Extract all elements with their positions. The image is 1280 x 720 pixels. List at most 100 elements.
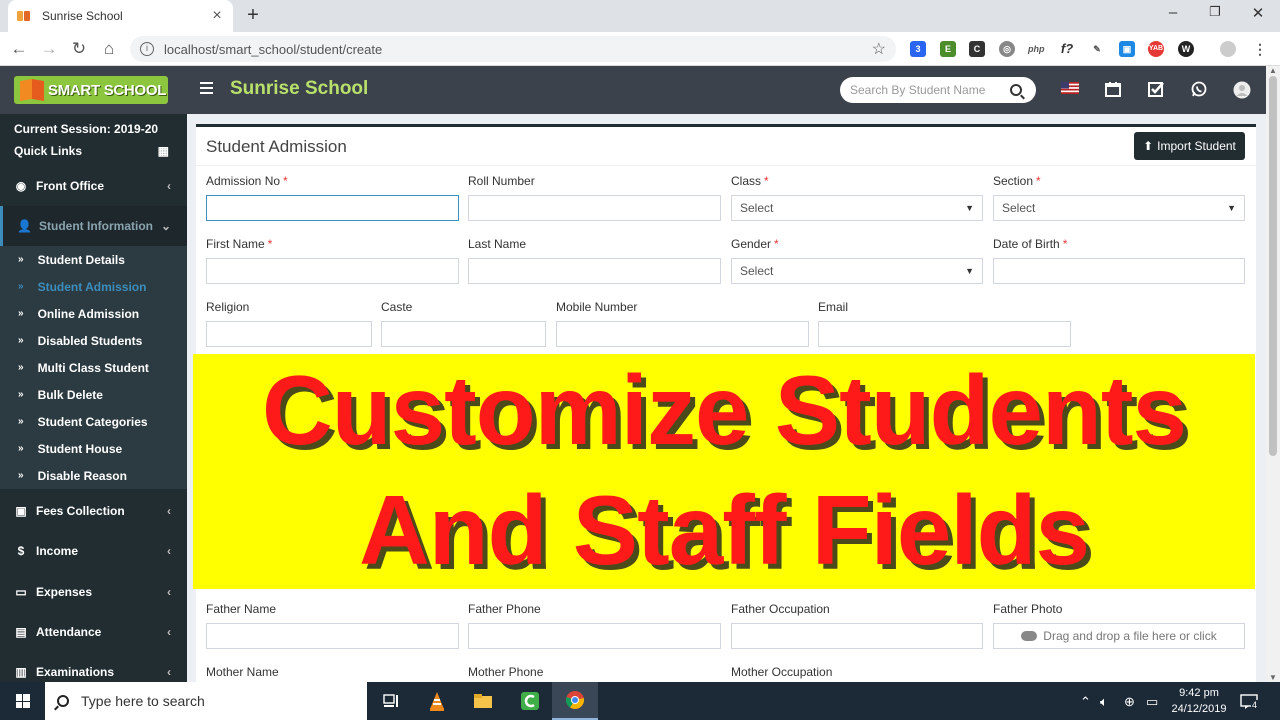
- network-icon[interactable]: ⊕: [1124, 694, 1135, 710]
- sidebar-subitem-disable-reason[interactable]: » Disable Reason: [0, 462, 187, 489]
- sidebar-subitem-bulk-delete[interactable]: » Bulk Delete: [0, 381, 187, 408]
- scroll-down-icon[interactable]: ▼: [1269, 673, 1277, 682]
- language-flag-icon[interactable]: [1061, 81, 1079, 99]
- whatsapp-icon[interactable]: [1190, 81, 1208, 99]
- volume-icon[interactable]: 🔈︎: [1100, 694, 1108, 710]
- back-icon[interactable]: ←: [8, 38, 30, 60]
- taskbar-search[interactable]: Type here to search: [45, 682, 367, 720]
- tab-title: Sunrise School: [42, 9, 123, 23]
- maximize-button[interactable]: ❐: [1205, 4, 1225, 20]
- smart-school-logo[interactable]: SMART SCHOOL: [14, 76, 168, 104]
- caste-input[interactable]: [381, 321, 546, 347]
- browser-tab[interactable]: Sunrise School ×: [8, 0, 233, 32]
- file-explorer-icon[interactable]: [460, 682, 506, 720]
- sidebar-subitem-student-details[interactable]: » Student Details: [0, 246, 187, 273]
- last-name-input[interactable]: [468, 258, 721, 284]
- gender-select[interactable]: Select ▼: [731, 258, 983, 284]
- upload-icon: ⬆: [1143, 139, 1154, 153]
- section-select[interactable]: Select ▼: [993, 195, 1245, 221]
- mobile-input[interactable]: [556, 321, 809, 347]
- profile-icon[interactable]: [1220, 41, 1236, 57]
- sidebar-item-income[interactable]: $ Income ‹: [0, 531, 187, 571]
- wappalyzer-extension-icon[interactable]: W: [1178, 41, 1194, 57]
- dob-input[interactable]: [993, 258, 1245, 284]
- double-chevron-icon: »: [18, 443, 24, 454]
- clock-time: 9:42 pm: [1179, 687, 1219, 699]
- home-icon[interactable]: ⌂: [98, 38, 120, 60]
- cube-extension-icon[interactable]: ▣: [1119, 41, 1135, 57]
- sidebar-item-label: Income: [36, 544, 79, 558]
- minimize-button[interactable]: –: [1163, 4, 1183, 21]
- sidebar-item-fees-collection[interactable]: ▣ Fees Collection ‹: [0, 491, 187, 531]
- sidebar-subitem-student-categories[interactable]: » Student Categories: [0, 408, 187, 435]
- sidebar-subitem-online-admission[interactable]: » Online Admission: [0, 300, 187, 327]
- eyedropper-extension-icon[interactable]: ✎: [1089, 41, 1105, 57]
- sidebar-subitem-multi-class-student[interactable]: » Multi Class Student: [0, 354, 187, 381]
- evernote-extension-icon[interactable]: E: [940, 41, 956, 57]
- site-info-icon[interactable]: i: [140, 42, 154, 56]
- scroll-up-icon[interactable]: ▲: [1269, 66, 1277, 75]
- sidebar-subitem-student-house[interactable]: » Student House: [0, 435, 187, 462]
- task-view-button[interactable]: [368, 682, 414, 720]
- sidebar-toggle-icon[interactable]: [200, 82, 213, 94]
- function-extension-icon[interactable]: f?: [1059, 41, 1075, 57]
- chevron-left-icon: ‹: [167, 544, 171, 558]
- calendar-icon[interactable]: [1104, 81, 1122, 99]
- roll-number-input[interactable]: [468, 195, 721, 221]
- sidebar-subitem-disabled-students[interactable]: » Disabled Students: [0, 327, 187, 354]
- sidebar-item-front-office[interactable]: ◉ Front Office ‹: [0, 166, 187, 206]
- user-avatar-icon[interactable]: [1233, 81, 1251, 99]
- notification-icon[interactable]: 4: [1240, 694, 1259, 713]
- css3-extension-icon[interactable]: 3: [910, 41, 926, 57]
- student-search-input[interactable]: [850, 83, 1000, 97]
- forward-icon[interactable]: →: [38, 38, 60, 60]
- php-extension-icon[interactable]: php: [1028, 41, 1045, 57]
- sidebar-subitem-student-admission[interactable]: » Student Admission: [0, 273, 187, 300]
- banner-line-1: Customize Students: [262, 355, 1187, 465]
- colorzilla-extension-icon[interactable]: C: [969, 41, 985, 57]
- bookmark-star-icon[interactable]: ☆: [872, 39, 886, 59]
- battery-icon[interactable]: ▭: [1146, 694, 1158, 710]
- class-select[interactable]: Select ▼: [731, 195, 983, 221]
- father-photo-dropzone[interactable]: Drag and drop a file here or click: [993, 623, 1245, 649]
- father-name-input[interactable]: [206, 623, 459, 649]
- new-tab-button[interactable]: +: [243, 4, 263, 27]
- reload-icon[interactable]: ↻: [68, 38, 90, 60]
- father-occupation-input[interactable]: [731, 623, 983, 649]
- start-button[interactable]: [0, 682, 45, 720]
- sidebar-item-attendance[interactable]: ▤ Attendance ‹: [0, 612, 187, 652]
- grid-icon[interactable]: ▦: [158, 144, 169, 158]
- chrome-app-icon[interactable]: [552, 682, 598, 720]
- import-student-button[interactable]: ⬆ Import Student: [1134, 132, 1245, 160]
- vlc-app-icon[interactable]: [414, 682, 460, 720]
- quick-links[interactable]: Quick Links ▦: [0, 136, 187, 158]
- email-label: Email: [818, 300, 849, 314]
- show-hidden-icons[interactable]: ⌃: [1080, 694, 1091, 710]
- quick-links-label: Quick Links: [14, 144, 83, 158]
- sidebar-item-expenses[interactable]: ▭ Expenses ‹: [0, 572, 187, 612]
- window-close-button[interactable]: ✕: [1248, 4, 1268, 22]
- sidebar-subitem-label: Bulk Delete: [37, 387, 103, 402]
- first-name-input[interactable]: [206, 258, 459, 284]
- browser-menu-icon[interactable]: ⋮: [1252, 41, 1268, 57]
- select-value: Select: [740, 264, 774, 278]
- address-bar[interactable]: i localhost/smart_school/student/create …: [130, 36, 896, 62]
- scroll-thumb[interactable]: [1269, 76, 1277, 456]
- double-chevron-icon: »: [18, 416, 24, 427]
- globe-extension-icon[interactable]: ◎: [999, 41, 1015, 57]
- sidebar-item-student-information[interactable]: 👤 Student Information ⌄: [0, 206, 187, 246]
- chevron-left-icon: ‹: [167, 585, 171, 599]
- email-input[interactable]: [818, 321, 1071, 347]
- tab-close-icon[interactable]: ×: [209, 7, 225, 25]
- camtasia-app-icon[interactable]: [507, 682, 553, 720]
- sidebar-item-examinations[interactable]: ▥ Examinations ‹: [0, 652, 187, 682]
- search-icon[interactable]: [1010, 84, 1022, 96]
- admission-no-input[interactable]: [206, 195, 459, 221]
- browser-toolbar: ← → ↻ ⌂ i localhost/smart_school/student…: [0, 32, 1280, 66]
- task-check-icon[interactable]: [1147, 81, 1165, 99]
- father-phone-input[interactable]: [468, 623, 721, 649]
- yab-extension-icon[interactable]: YAB: [1148, 41, 1164, 57]
- system-clock[interactable]: 9:42 pm 24/12/2019: [1168, 685, 1230, 717]
- religion-input[interactable]: [206, 321, 372, 347]
- page-scrollbar[interactable]: ▲ ▼: [1266, 66, 1280, 682]
